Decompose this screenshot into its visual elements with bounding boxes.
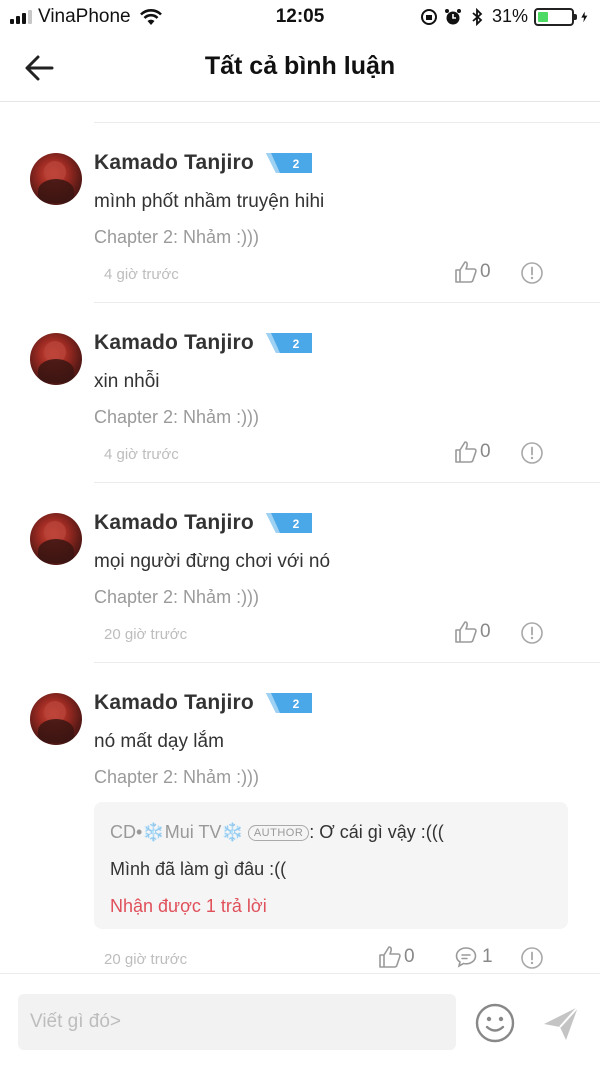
status-bar: VinaPhone 12:05 31% — [0, 0, 600, 34]
author-name[interactable]: Kamado Tanjiro — [94, 151, 254, 175]
report-icon[interactable] — [520, 261, 544, 285]
like-count: 0 — [480, 621, 491, 642]
svg-text:2: 2 — [293, 517, 300, 531]
reply-preview-line: CD•❄️Mui TV❄️ AUTHOR: Ơ cái gì vậy :((( — [110, 822, 552, 843]
comment-body: Kamado Tanjiro 2 nó mất dạy lắm Chapter … — [94, 663, 600, 973]
comment-footer: 20 giờ trước 0 — [94, 614, 600, 662]
comment-footer: 4 giờ trước 0 — [94, 254, 600, 302]
comment-body: Kamado Tanjiro 2 mình phốt nhầm truyện h… — [94, 123, 600, 303]
author-badge: AUTHOR — [247, 824, 310, 841]
level-badge-icon: 2 — [265, 693, 312, 713]
level-badge-icon: 2 — [265, 153, 312, 173]
report-icon[interactable] — [520, 946, 544, 970]
reply-text-line2: Mình đã làm gì đâu :(( — [110, 859, 287, 879]
like-button[interactable]: 0 — [378, 945, 415, 969]
nav-bar: Tất cả bình luận — [0, 34, 600, 102]
comment-chapter[interactable]: Chapter 2: Nhảm :))) — [94, 227, 600, 248]
comment-header: Kamado Tanjiro 2 — [94, 663, 600, 715]
like-button[interactable]: 0 — [454, 440, 491, 464]
comment-chapter[interactable]: Chapter 2: Nhảm :))) — [94, 587, 600, 608]
thumbs-up-icon — [379, 946, 401, 968]
view-replies-link[interactable]: Nhận được 1 trả lời — [110, 896, 552, 917]
bluetooth-icon — [472, 7, 483, 26]
reply-count: 1 — [482, 946, 493, 967]
comment-text: mình phốt nhầm truyện hihi — [94, 191, 325, 212]
svg-text:2: 2 — [293, 697, 300, 711]
battery-icon — [534, 7, 577, 26]
comment-item: Kamado Tanjiro 2 mọi người đừng chơi với… — [0, 483, 600, 663]
like-count: 0 — [404, 946, 415, 967]
like-count: 0 — [480, 441, 491, 462]
comment-text: xin nhỗi — [94, 371, 160, 392]
like-button[interactable]: 0 — [454, 620, 491, 644]
charging-icon — [581, 11, 588, 22]
comment-text: mọi người đừng chơi với nó — [94, 551, 331, 572]
battery-percent: 31% — [491, 6, 528, 26]
comment-time: 20 giờ trước — [104, 951, 188, 968]
send-icon[interactable] — [540, 1002, 582, 1044]
svg-text:2: 2 — [293, 337, 300, 351]
comment-time: 4 giờ trước — [104, 266, 179, 283]
author-name[interactable]: Kamado Tanjiro — [94, 691, 254, 715]
comment-input-bar — [0, 973, 600, 1067]
comment-time: 20 giờ trước — [104, 626, 188, 643]
reply-preview[interactable]: CD•❄️Mui TV❄️ AUTHOR: Ơ cái gì vậy :((( Mì… — [94, 802, 568, 929]
author-name[interactable]: Kamado Tanjiro — [94, 331, 254, 355]
comment-body: Kamado Tanjiro 2 mọi người đừng chơi với… — [94, 483, 600, 663]
avatar[interactable] — [30, 693, 82, 745]
avatar[interactable] — [30, 153, 82, 205]
thumbs-up-icon — [455, 621, 477, 643]
comment-bubble-icon — [455, 947, 477, 968]
thumbs-up-icon — [455, 261, 477, 283]
comment-body: Kamado Tanjiro 2 xin nhỗi Chapter 2: Nhả… — [94, 303, 600, 483]
thumbs-up-icon — [455, 441, 477, 463]
reply-author[interactable]: CD•❄️Mui TV❄️ — [110, 822, 244, 843]
comment-input[interactable] — [18, 994, 456, 1050]
like-count: 0 — [480, 261, 491, 282]
like-button[interactable]: 0 — [454, 260, 491, 284]
avatar[interactable] — [30, 513, 82, 565]
comment-footer: 20 giờ trước 0 1 — [94, 939, 600, 973]
comment-time: 4 giờ trước — [104, 446, 179, 463]
comment-item: Kamado Tanjiro 2 xin nhỗi Chapter 2: Nhả… — [0, 303, 600, 483]
report-icon[interactable] — [520, 621, 544, 645]
comment-text: nó mất dạy lắm — [94, 731, 224, 752]
comment-header: Kamado Tanjiro 2 — [94, 483, 600, 535]
status-right: 31% — [420, 6, 592, 27]
comment-item: Kamado Tanjiro 2 nó mất dạy lắm Chapter … — [0, 663, 600, 973]
orientation-lock-icon — [420, 8, 437, 25]
comment-header: Kamado Tanjiro 2 — [94, 303, 600, 355]
avatar[interactable] — [30, 333, 82, 385]
level-badge-icon: 2 — [265, 513, 312, 533]
reply-button[interactable]: 1 — [454, 945, 493, 969]
alarm-icon — [444, 8, 461, 24]
svg-text:2: 2 — [293, 157, 300, 171]
comment-footer: 4 giờ trước 0 — [94, 434, 600, 482]
partial-comment-footer — [94, 103, 600, 123]
level-badge-icon: 2 — [265, 333, 312, 353]
reply-text: : Ơ cái gì vậy :((( — [309, 822, 444, 842]
comment-list[interactable]: Kamado Tanjiro 2 mình phốt nhầm truyện h… — [0, 103, 600, 973]
comment-item: Kamado Tanjiro 2 mình phốt nhầm truyện h… — [0, 123, 600, 303]
author-name[interactable]: Kamado Tanjiro — [94, 511, 254, 535]
page-title: Tất cả bình luận — [204, 52, 396, 80]
comment-chapter[interactable]: Chapter 2: Nhảm :))) — [94, 767, 600, 788]
comment-header: Kamado Tanjiro 2 — [94, 123, 600, 175]
report-icon[interactable] — [520, 441, 544, 465]
emoji-icon[interactable] — [474, 1002, 516, 1044]
comment-chapter[interactable]: Chapter 2: Nhảm :))) — [94, 407, 600, 428]
